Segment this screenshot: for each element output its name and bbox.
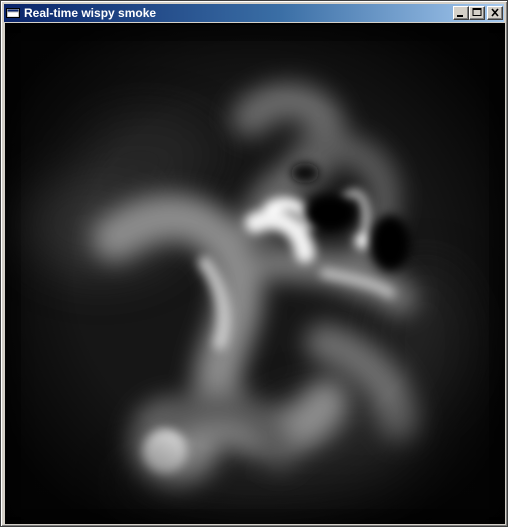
maximize-button[interactable] xyxy=(469,6,485,20)
minimize-icon xyxy=(457,15,463,17)
smoke-viewport[interactable] xyxy=(5,23,505,524)
app-window-icon[interactable] xyxy=(6,6,20,20)
maximize-icon xyxy=(472,8,482,16)
minimize-button[interactable] xyxy=(453,6,469,20)
close-icon xyxy=(491,8,499,17)
app-window: Real-time wispy smoke xyxy=(0,0,508,527)
title-bar[interactable]: Real-time wispy smoke xyxy=(4,4,504,22)
close-button[interactable] xyxy=(487,6,503,20)
window-title: Real-time wispy smoke xyxy=(24,6,157,20)
smoke-render xyxy=(5,23,505,524)
